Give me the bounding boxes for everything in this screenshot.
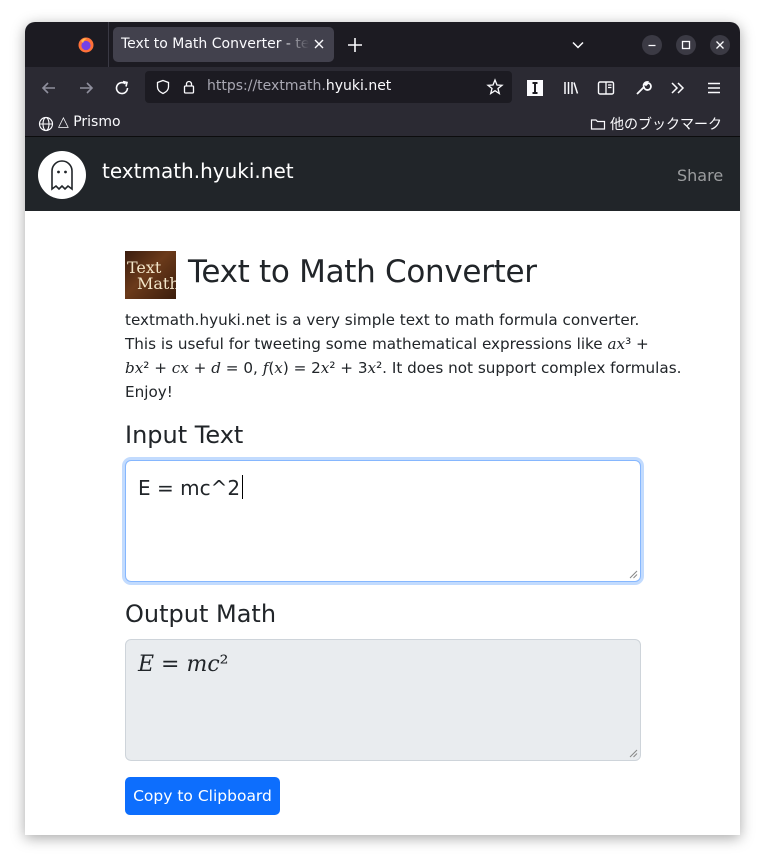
desc-text: ) = 2 [282,359,321,377]
input-heading: Input Text [125,421,244,449]
lock-icon[interactable] [181,79,197,95]
ghost-logo[interactable] [38,151,86,199]
overflow-chevrons-icon[interactable] [668,78,688,98]
desc-text: + [188,359,212,377]
browser-window: Text to Math Converter - textmath.hyuki.… [25,22,740,835]
url-text[interactable]: https://textmath.hyuki.net [207,78,391,94]
output-heading: Output Math [125,600,277,628]
reload-icon[interactable] [112,78,132,98]
url-host: hyuki.net [325,78,392,94]
other-bookmarks[interactable]: 他のブックマーク [610,114,722,134]
tab-active[interactable]: Text to Math Converter - textmath.hyuki.… [113,27,334,62]
forward-icon[interactable] [76,78,96,98]
site-brand[interactable]: textmath.hyuki.net [102,159,294,183]
back-icon[interactable] [39,78,59,98]
text-caret [242,475,244,499]
copy-to-clipboard-button[interactable]: Copy to Clipboard [125,777,280,815]
close-icon [716,41,724,49]
output-textarea[interactable]: E = mc² [125,639,641,761]
new-tab-icon[interactable] [345,35,365,55]
close-tab-icon[interactable] [311,36,327,52]
desc-math: ax [607,335,626,353]
instapaper-icon[interactable] [525,78,545,98]
input-textarea[interactable]: E = mc^2 [125,460,641,582]
firefox-icon [78,37,94,53]
bookmark-prismo[interactable]: △ Prismo [58,114,121,130]
page-title: Text to Math Converter [188,254,537,290]
output-math-mc: mc [186,652,220,677]
title-image-line2: Math [137,274,176,293]
desc-text: = 0, [220,359,263,377]
site-navbar: textmath.hyuki.net Share [25,137,740,211]
desc-text: ² + [143,359,172,377]
desc-text: ². It does not support complex formulas. [376,359,682,377]
globe-icon [38,116,54,132]
tab-bar: Text to Math Converter - textmath.hyuki.… [25,22,740,67]
minimize-icon [648,44,656,47]
input-value: E = mc^2 [138,476,241,500]
chevron-down-icon[interactable] [570,37,586,53]
star-bookmark-icon[interactable] [486,78,504,96]
tab-title: Text to Math Converter - textmath.hyuki.… [121,36,309,52]
title-image: Text Math [125,251,176,299]
desc-math: d [211,359,221,377]
desc-text: ³ + [625,335,649,353]
wrench-icon[interactable] [633,78,653,98]
description-line1: textmath.hyuki.net is a very simple text… [125,311,640,329]
shield-icon[interactable] [155,79,171,95]
library-icon[interactable] [561,78,581,98]
url-prefix: https://textmath. [207,78,326,94]
url-bar[interactable]: https://textmath.hyuki.net [145,71,512,103]
description-line4: Enjoy! [125,383,173,401]
desc-math: cx [171,359,189,377]
ghost-icon [51,160,73,191]
desc-math: x [367,359,377,377]
close-window-button[interactable] [710,35,730,55]
desc-text: This is useful for tweeting some mathema… [125,335,608,353]
hamburger-menu-icon[interactable] [704,78,724,98]
resize-grip-icon[interactable] [628,748,638,758]
bookmarks-bar: △ Prismo 他のブックマーク [25,109,740,137]
nav-toolbar: https://textmath.hyuki.net [25,67,740,109]
title-row: Text Math Text to Math Converter [125,251,641,299]
description: textmath.hyuki.net is a very simple text… [125,308,681,404]
maximize-button[interactable] [676,35,696,55]
desc-text: ² + 3 [329,359,368,377]
minimize-button[interactable] [642,35,662,55]
desc-math: x [274,359,283,377]
desc-math: bx [125,359,144,377]
share-link[interactable]: Share [677,166,723,185]
resize-grip-icon[interactable] [628,569,638,579]
tab-bar-left [25,22,109,67]
folder-icon [590,119,606,130]
output-eq: = [154,652,187,677]
description-line3: bx² + cx + d = 0, f(x) = 2x² + 3x². It d… [125,356,681,380]
sidebar-icon[interactable] [596,78,616,98]
main-content: Text Math Text to Math Converter textmat… [25,211,740,835]
output-sup: ² [219,652,229,677]
output-math-e: E [138,652,155,677]
maximize-icon [681,40,691,50]
description-line2: This is useful for tweeting some mathema… [125,332,649,356]
